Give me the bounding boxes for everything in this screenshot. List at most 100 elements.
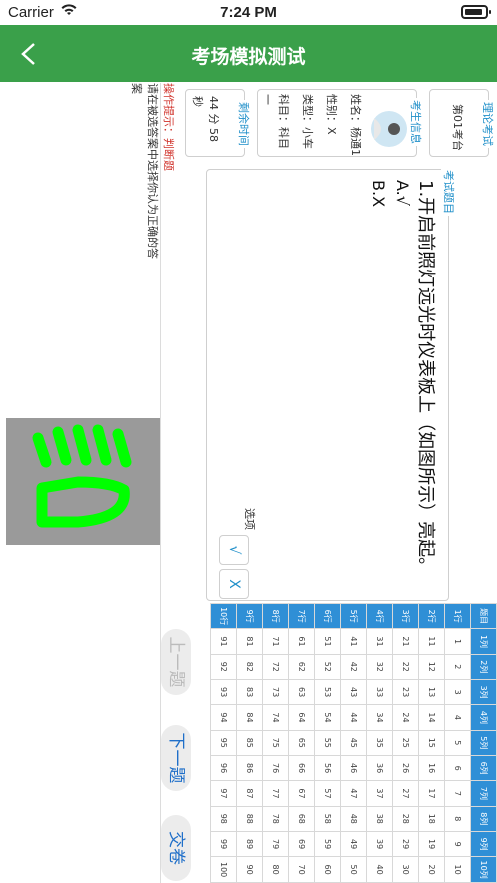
grid-question-cell[interactable]: 15 bbox=[418, 730, 445, 756]
grid-question-cell[interactable]: 48 bbox=[340, 806, 367, 832]
grid-question-cell[interactable]: 42 bbox=[340, 654, 367, 680]
grid-question-cell[interactable]: 65 bbox=[288, 730, 315, 756]
grid-question-cell[interactable]: 28 bbox=[392, 806, 419, 832]
grid-question-cell[interactable]: 34 bbox=[366, 704, 393, 731]
grid-question-cell[interactable]: 25 bbox=[392, 730, 419, 756]
grid-question-cell[interactable]: 98 bbox=[210, 806, 237, 832]
grid-question-cell[interactable]: 58 bbox=[314, 806, 341, 832]
grid-question-cell[interactable]: 73 bbox=[262, 679, 289, 705]
grid-question-cell[interactable]: 88 bbox=[236, 806, 263, 832]
grid-question-cell[interactable]: 37 bbox=[366, 780, 393, 807]
grid-question-cell[interactable]: 100 bbox=[210, 856, 237, 883]
grid-question-cell[interactable]: 22 bbox=[392, 654, 419, 680]
grid-question-cell[interactable]: 6 bbox=[444, 755, 471, 781]
grid-question-cell[interactable]: 33 bbox=[366, 679, 393, 705]
answer-true-button[interactable]: √ bbox=[219, 535, 249, 565]
grid-question-cell[interactable]: 82 bbox=[236, 654, 263, 680]
grid-question-cell[interactable]: 43 bbox=[340, 679, 367, 705]
grid-question-cell[interactable]: 36 bbox=[366, 755, 393, 781]
grid-question-cell[interactable]: 7 bbox=[444, 780, 471, 807]
next-button[interactable]: 下一题 bbox=[161, 725, 191, 791]
grid-question-cell[interactable]: 59 bbox=[314, 831, 341, 857]
grid-question-cell[interactable]: 99 bbox=[210, 831, 237, 857]
grid-question-cell[interactable]: 20 bbox=[418, 856, 445, 883]
grid-question-cell[interactable]: 50 bbox=[340, 856, 367, 883]
grid-question-cell[interactable]: 18 bbox=[418, 806, 445, 832]
grid-question-cell[interactable]: 21 bbox=[392, 628, 419, 655]
grid-question-cell[interactable]: 81 bbox=[236, 628, 263, 655]
grid-question-cell[interactable]: 64 bbox=[288, 704, 315, 731]
grid-question-cell[interactable]: 13 bbox=[418, 679, 445, 705]
grid-question-cell[interactable]: 46 bbox=[340, 755, 367, 781]
grid-question-cell[interactable]: 47 bbox=[340, 780, 367, 807]
prev-button[interactable]: 上一题 bbox=[161, 629, 191, 695]
grid-question-cell[interactable]: 97 bbox=[210, 780, 237, 807]
grid-question-cell[interactable]: 44 bbox=[340, 704, 367, 731]
grid-question-cell[interactable]: 11 bbox=[418, 628, 445, 655]
grid-question-cell[interactable]: 70 bbox=[288, 856, 315, 883]
grid-question-cell[interactable]: 35 bbox=[366, 730, 393, 756]
grid-question-cell[interactable]: 55 bbox=[314, 730, 341, 756]
grid-question-cell[interactable]: 84 bbox=[236, 704, 263, 731]
grid-question-cell[interactable]: 45 bbox=[340, 730, 367, 756]
grid-question-cell[interactable]: 12 bbox=[418, 654, 445, 680]
grid-question-cell[interactable]: 66 bbox=[288, 755, 315, 781]
grid-question-cell[interactable]: 69 bbox=[288, 831, 315, 857]
grid-question-cell[interactable]: 24 bbox=[392, 704, 419, 731]
grid-question-cell[interactable]: 91 bbox=[210, 628, 237, 655]
grid-question-cell[interactable]: 80 bbox=[262, 856, 289, 883]
grid-question-cell[interactable]: 77 bbox=[262, 780, 289, 807]
grid-question-cell[interactable]: 93 bbox=[210, 679, 237, 705]
grid-question-cell[interactable]: 10 bbox=[444, 856, 471, 883]
grid-question-cell[interactable]: 23 bbox=[392, 679, 419, 705]
grid-question-cell[interactable]: 63 bbox=[288, 679, 315, 705]
grid-question-cell[interactable]: 90 bbox=[236, 856, 263, 883]
grid-question-cell[interactable]: 86 bbox=[236, 755, 263, 781]
grid-question-cell[interactable]: 78 bbox=[262, 806, 289, 832]
grid-question-cell[interactable]: 51 bbox=[314, 628, 341, 655]
grid-question-cell[interactable]: 94 bbox=[210, 704, 237, 731]
grid-question-cell[interactable]: 30 bbox=[392, 856, 419, 883]
grid-question-cell[interactable]: 17 bbox=[418, 780, 445, 807]
grid-question-cell[interactable]: 19 bbox=[418, 831, 445, 857]
grid-question-cell[interactable]: 89 bbox=[236, 831, 263, 857]
submit-button[interactable]: 交卷 bbox=[161, 815, 191, 881]
grid-question-cell[interactable]: 57 bbox=[314, 780, 341, 807]
grid-question-cell[interactable]: 61 bbox=[288, 628, 315, 655]
grid-question-cell[interactable]: 14 bbox=[418, 704, 445, 731]
grid-question-cell[interactable]: 32 bbox=[366, 654, 393, 680]
grid-question-cell[interactable]: 5 bbox=[444, 730, 471, 756]
grid-question-cell[interactable]: 56 bbox=[314, 755, 341, 781]
grid-question-cell[interactable]: 74 bbox=[262, 704, 289, 731]
grid-question-cell[interactable]: 1 bbox=[444, 628, 471, 655]
grid-question-cell[interactable]: 39 bbox=[366, 831, 393, 857]
grid-question-cell[interactable]: 40 bbox=[366, 856, 393, 883]
grid-question-cell[interactable]: 87 bbox=[236, 780, 263, 807]
grid-question-cell[interactable]: 26 bbox=[392, 755, 419, 781]
grid-question-cell[interactable]: 68 bbox=[288, 806, 315, 832]
grid-question-cell[interactable]: 92 bbox=[210, 654, 237, 680]
grid-question-cell[interactable]: 67 bbox=[288, 780, 315, 807]
grid-question-cell[interactable]: 2 bbox=[444, 654, 471, 680]
grid-question-cell[interactable]: 62 bbox=[288, 654, 315, 680]
grid-question-cell[interactable]: 75 bbox=[262, 730, 289, 756]
grid-question-cell[interactable]: 76 bbox=[262, 755, 289, 781]
answer-false-button[interactable]: X bbox=[219, 569, 249, 599]
grid-question-cell[interactable]: 31 bbox=[366, 628, 393, 655]
grid-question-cell[interactable]: 79 bbox=[262, 831, 289, 857]
grid-question-cell[interactable]: 72 bbox=[262, 654, 289, 680]
grid-question-cell[interactable]: 4 bbox=[444, 704, 471, 731]
grid-question-cell[interactable]: 52 bbox=[314, 654, 341, 680]
grid-question-cell[interactable]: 60 bbox=[314, 856, 341, 883]
grid-question-cell[interactable]: 8 bbox=[444, 806, 471, 832]
grid-question-cell[interactable]: 38 bbox=[366, 806, 393, 832]
grid-question-cell[interactable]: 71 bbox=[262, 628, 289, 655]
grid-question-cell[interactable]: 3 bbox=[444, 679, 471, 705]
grid-question-cell[interactable]: 85 bbox=[236, 730, 263, 756]
grid-question-cell[interactable]: 29 bbox=[392, 831, 419, 857]
grid-question-cell[interactable]: 9 bbox=[444, 831, 471, 857]
grid-question-cell[interactable]: 16 bbox=[418, 755, 445, 781]
grid-question-cell[interactable]: 96 bbox=[210, 755, 237, 781]
grid-question-cell[interactable]: 53 bbox=[314, 679, 341, 705]
grid-question-cell[interactable]: 83 bbox=[236, 679, 263, 705]
